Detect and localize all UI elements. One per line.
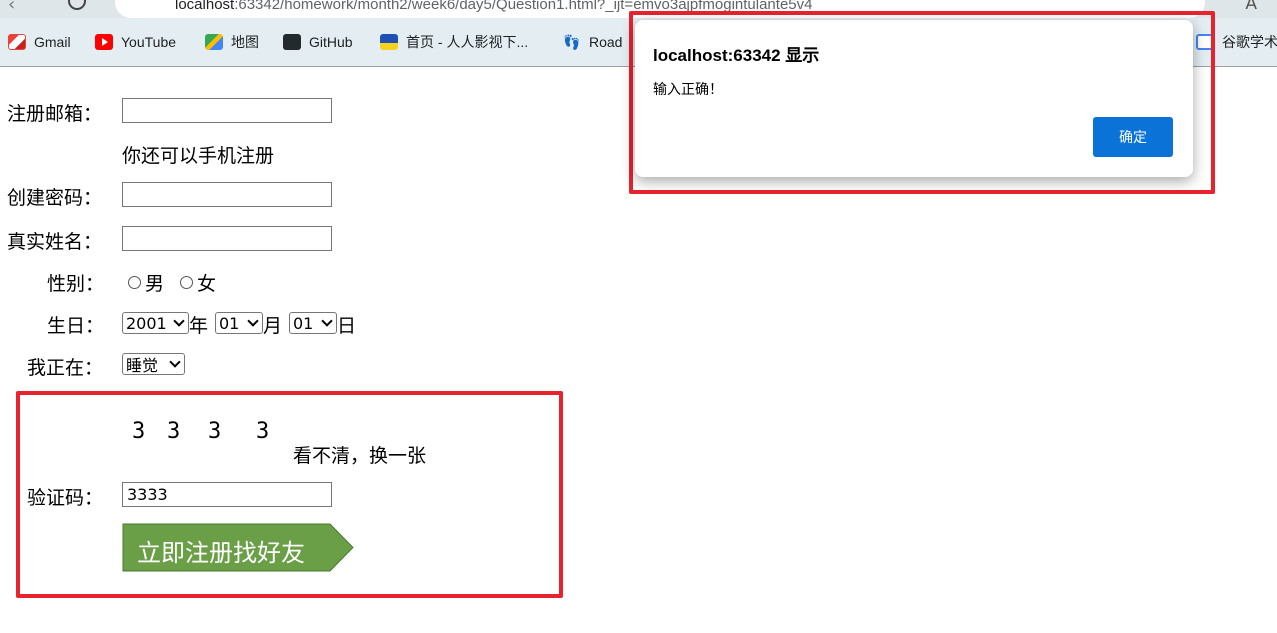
rrys-icon [380, 34, 398, 50]
month-select[interactable]: 01 [215, 312, 263, 334]
status-label: 我正在： [27, 357, 104, 379]
maps-icon [205, 34, 223, 50]
password-label: 创建密码： [7, 187, 103, 209]
email-label: 注册邮箱： [7, 103, 103, 125]
chevron-down-icon [247, 315, 259, 327]
bookmark-rrys[interactable]: 首页 - 人人影视下... [380, 32, 528, 52]
gender-label: 性别： [47, 273, 105, 295]
github-icon [283, 34, 301, 50]
status-select[interactable]: 睡觉 [122, 353, 185, 375]
phone-register-hint[interactable]: 你还可以手机注册 [122, 141, 274, 168]
chevron-down-icon [173, 315, 185, 327]
bookmark-maps[interactable]: 地图 [205, 32, 259, 52]
birthday-label: 生日： [47, 315, 105, 337]
bookmark-github[interactable]: GitHub [283, 32, 353, 52]
chevron-down-icon [321, 315, 333, 327]
day-unit: 日 [337, 315, 357, 337]
reader-mode-icon[interactable]: A [1245, 0, 1257, 14]
bookmark-youtube[interactable]: YouTube [95, 32, 176, 52]
month-unit: 月 [263, 315, 283, 337]
dialog-title: localhost:63342 显示 [653, 46, 820, 65]
reload-icon[interactable] [68, 0, 86, 10]
dialog-ok-button[interactable]: 确定 [1093, 117, 1173, 157]
gender-female-option[interactable]: 女 [180, 269, 216, 296]
youtube-icon [95, 34, 113, 50]
highlight-box-captcha [16, 391, 563, 598]
radio-female[interactable] [180, 276, 193, 289]
chevron-down-icon [169, 356, 181, 368]
bookmark-road[interactable]: 👣 Road [563, 32, 622, 52]
back-arrow-icon[interactable]: ‹ [8, 0, 15, 15]
day-select[interactable]: 01 [289, 312, 337, 334]
footprint-icon: 👣 [563, 34, 581, 50]
real-name-field[interactable] [122, 226, 332, 251]
gmail-icon [8, 34, 26, 50]
radio-male[interactable] [128, 276, 141, 289]
password-field[interactable] [122, 182, 332, 207]
gender-male-option[interactable]: 男 [128, 269, 164, 296]
year-unit: 年 [189, 315, 209, 337]
alert-dialog: localhost:63342 显示 输入正确！ 确定 [635, 20, 1193, 177]
bookmark-gmail[interactable]: Gmail [8, 32, 71, 52]
dialog-message: 输入正确！ [653, 82, 723, 98]
year-select[interactable]: 2001 [122, 312, 189, 334]
email-field[interactable] [122, 98, 332, 123]
real-name-label: 真实姓名： [7, 231, 103, 253]
